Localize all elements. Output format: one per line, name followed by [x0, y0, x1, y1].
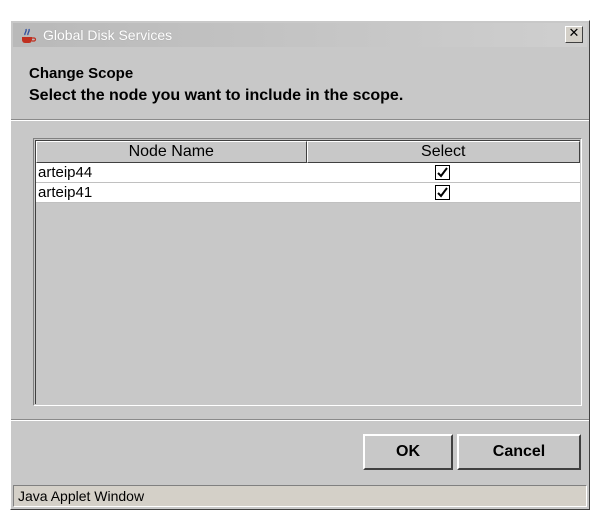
window-title: Global Disk Services — [43, 27, 173, 43]
column-header-node-name[interactable]: Node Name — [36, 141, 307, 163]
checkmark-icon — [436, 187, 448, 198]
node-table: Node Name Select arteip44 arteip41 — [33, 138, 582, 406]
node-name-cell: arteip44 — [38, 164, 93, 181]
select-cell — [307, 163, 581, 182]
dialog-instruction: Select the node you want to include in t… — [29, 87, 404, 104]
status-text: Java Applet Window — [18, 488, 145, 504]
dialog-window: Global Disk Services ✕ Change Scope Sele… — [10, 20, 590, 510]
close-button[interactable]: ✕ — [565, 26, 583, 43]
select-cell — [307, 183, 581, 202]
status-bar: Java Applet Window — [13, 485, 587, 507]
cancel-button[interactable]: Cancel — [457, 434, 581, 470]
column-header-select[interactable]: Select — [306, 141, 580, 163]
dialog-heading: Change Scope — [29, 65, 134, 82]
ok-button[interactable]: OK — [363, 434, 453, 470]
node-name-cell: arteip41 — [38, 184, 93, 201]
top-divider — [11, 119, 589, 121]
table-row[interactable]: arteip44 — [36, 163, 580, 183]
title-bar[interactable]: Global Disk Services ✕ — [13, 23, 587, 47]
select-checkbox[interactable] — [434, 185, 450, 200]
table-header: Node Name Select — [36, 141, 580, 163]
bottom-divider — [11, 419, 589, 421]
select-checkbox[interactable] — [434, 165, 450, 180]
checkmark-icon — [436, 167, 448, 178]
table-row[interactable]: arteip41 — [36, 183, 580, 203]
java-coffee-cup-icon — [19, 26, 37, 44]
